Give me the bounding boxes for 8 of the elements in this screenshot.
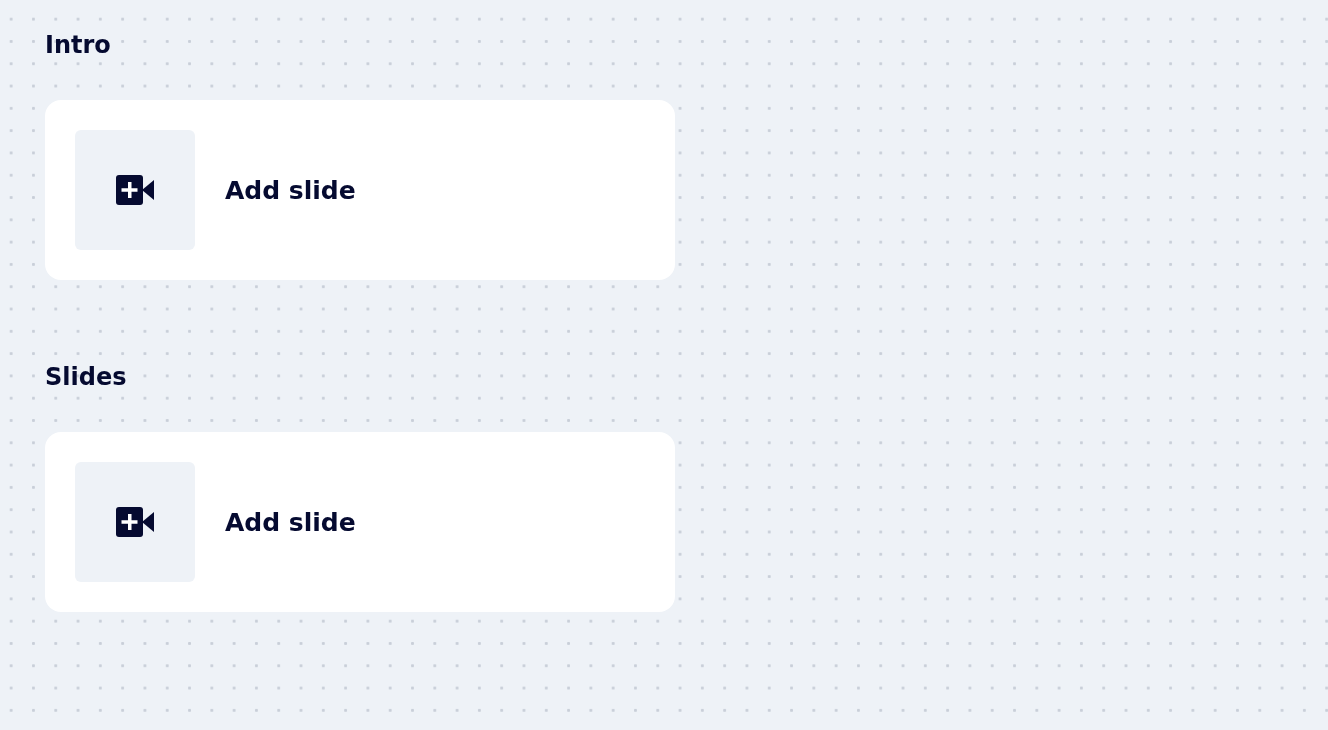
add-slide-card[interactable]: Add slide <box>45 100 675 280</box>
section-title: Slides <box>45 362 127 393</box>
add-slide-label: Add slide <box>225 507 356 537</box>
video-plus-icon <box>116 506 154 538</box>
section-title: Intro <box>45 30 111 61</box>
add-slide-label: Add slide <box>225 175 356 205</box>
video-plus-icon <box>116 174 154 206</box>
add-slide-card[interactable]: Add slide <box>45 432 675 612</box>
